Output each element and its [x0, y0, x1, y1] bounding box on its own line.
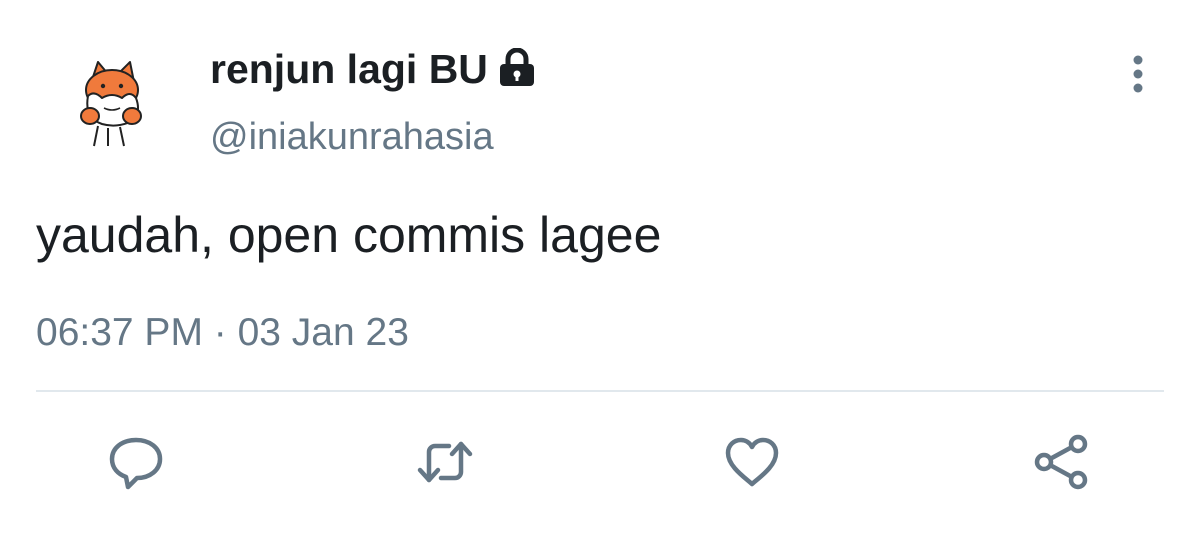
- divider: [36, 390, 1164, 392]
- heart-icon: [725, 437, 779, 487]
- user-handle[interactable]: @iniakunrahasia: [210, 116, 494, 159]
- lock-icon: [496, 47, 538, 88]
- share-button[interactable]: [1032, 432, 1092, 492]
- display-name[interactable]: renjun lagi BU: [210, 46, 538, 93]
- like-button[interactable]: [722, 432, 782, 492]
- retweet-arrows-icon: [417, 441, 473, 483]
- tweet-timestamp[interactable]: 06:37 PM · 03 Jan 23: [36, 311, 409, 355]
- tweet-card: renjun lagi BU @iniakunrahasia yaudah, o…: [0, 0, 1200, 551]
- tweet-text: yaudah, open commis lagee: [36, 207, 662, 263]
- speech-bubble-icon: [109, 437, 163, 490]
- reply-button[interactable]: [106, 432, 166, 492]
- share-nodes-icon: [1034, 434, 1088, 490]
- cartoon-fox-avatar-icon: [80, 61, 142, 147]
- avatar[interactable]: [72, 56, 152, 148]
- retweet-button[interactable]: [415, 432, 475, 492]
- vertical-dots-icon: [1133, 55, 1143, 93]
- display-name-text: renjun lagi BU: [210, 46, 488, 92]
- more-options-button[interactable]: [1118, 52, 1158, 96]
